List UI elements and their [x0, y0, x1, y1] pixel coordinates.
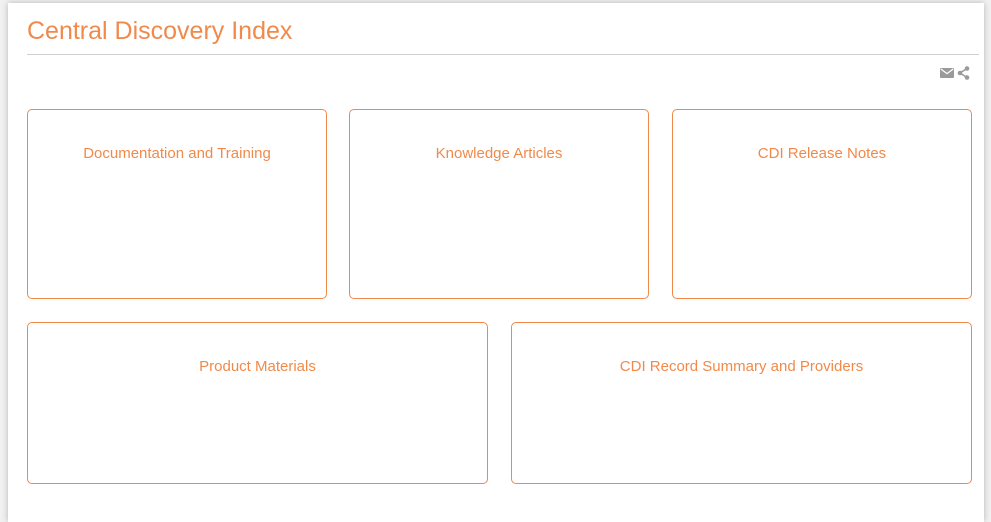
tile-label: Documentation and Training: [83, 145, 271, 162]
tile-cdi-record-summary-and-providers[interactable]: CDI Record Summary and Providers: [511, 322, 972, 484]
title-divider: [27, 54, 979, 55]
tile-knowledge-articles[interactable]: Knowledge Articles: [349, 109, 649, 299]
share-icon[interactable]: [957, 66, 970, 80]
tile-product-materials[interactable]: Product Materials: [27, 322, 488, 484]
tile-label: Product Materials: [199, 358, 316, 375]
tile-cdi-release-notes[interactable]: CDI Release Notes: [672, 109, 972, 299]
content-panel: Central Discovery Index Documentation an…: [8, 3, 984, 522]
page-title: Central Discovery Index: [27, 17, 293, 45]
tile-documentation-and-training[interactable]: Documentation and Training: [27, 109, 327, 299]
tile-label: CDI Record Summary and Providers: [619, 358, 864, 375]
tile-label: CDI Release Notes: [757, 145, 887, 162]
page-tools: [940, 66, 970, 80]
tile-label: Knowledge Articles: [435, 145, 563, 162]
email-icon[interactable]: [940, 68, 954, 78]
